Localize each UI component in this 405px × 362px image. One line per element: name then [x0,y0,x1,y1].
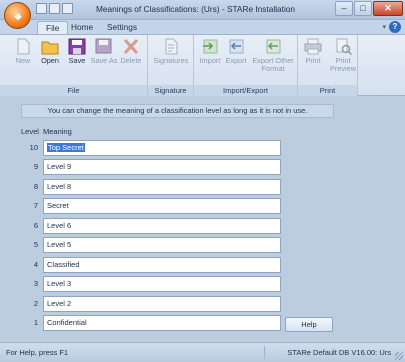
meaning-field[interactable]: Level 3 [43,276,281,292]
export-icon [229,39,244,54]
save-as-button[interactable]: Save As [89,37,119,65]
export-button-label: Export [225,56,247,65]
print-button-label: Print [305,56,321,65]
signatures-button-label: Signatures [153,56,189,65]
app-logo-icon: ◆ [14,11,22,21]
ribbon-group-file: New Open Save Save As Delete File [0,35,148,96]
meaning-field[interactable]: Level 8 [43,179,281,195]
application-menu-button[interactable]: ◆ [4,2,31,29]
status-bar: For Help, press F1 STARe Default DB V16.… [0,342,405,362]
ribbon-group-label-print: Print [298,85,357,96]
help-icon[interactable]: ? [389,21,401,33]
save-button-label: Save [68,56,86,65]
status-database-info: STARe Default DB V16.00: Urs [287,348,391,357]
level-label: 3 [33,279,38,288]
open-button[interactable]: Open [35,37,65,65]
import-button-label: Import [199,56,221,65]
close-button[interactable]: ✕ [373,1,403,16]
tab-settings[interactable]: Settings [99,21,145,34]
export-button[interactable]: Export [221,37,251,65]
ribbon: New Open Save Save As Delete File Signat… [0,34,405,96]
meaning-column-header: Meaning [43,127,72,136]
save-as-icon [95,38,112,54]
save-button[interactable]: Save [62,37,92,65]
export-other-format-button-label: Export Other Format [252,56,294,73]
printer-icon [304,38,322,55]
level-label: 8 [33,182,38,191]
status-help-text: For Help, press F1 [6,348,69,357]
ribbon-group-signature: Signatures Signature [148,35,194,96]
meaning-field[interactable]: Top Secret [43,140,281,156]
new-button-label: New [15,56,31,65]
quick-access-toolbar [36,3,73,16]
ribbon-group-import-export: Import Export Export Other Format Import… [194,35,298,96]
meaning-field[interactable]: Level 6 [43,218,281,234]
title-bar: ◆ Meanings of Classifications: (Urs) - S… [0,0,405,29]
help-button[interactable]: Help [285,317,333,332]
chevron-down-icon[interactable]: ▾ [382,23,386,31]
quick-folder-icon[interactable] [49,3,60,14]
delete-button-label: Delete [120,56,142,65]
level-label: 6 [33,221,38,230]
delete-icon [123,38,139,55]
print-preview-button-label: Print Preview [330,56,356,73]
meaning-field[interactable]: Level 2 [43,296,281,312]
quick-dropdown-icon[interactable] [62,3,73,14]
delete-button[interactable]: Delete [116,37,146,65]
ribbon-tabs: File Home Settings ▾ ? [0,20,405,34]
ribbon-group-label-file: File [0,85,147,96]
level-label: 4 [33,260,38,269]
window-controls: – □ ✕ [335,1,403,16]
import-icon [203,39,218,54]
save-icon [68,38,86,55]
level-label: 10 [29,143,38,152]
tab-home[interactable]: Home [63,21,101,34]
new-icon [17,38,30,55]
resize-grip-icon[interactable] [395,352,403,360]
open-button-label: Open [41,56,59,65]
print-preview-button[interactable]: Print Preview [328,37,358,73]
print-preview-icon [336,38,352,55]
meaning-field[interactable]: Secret [43,198,281,214]
folder-icon [41,41,59,55]
quick-save-icon[interactable] [36,3,47,14]
minimize-button[interactable]: – [335,1,353,16]
level-label: 2 [33,299,38,308]
meaning-field[interactable]: Confidential [43,315,281,331]
new-button[interactable]: New [8,37,38,65]
maximize-button[interactable]: □ [354,1,372,16]
meaning-field[interactable]: Level 9 [43,159,281,175]
save-as-button-label: Save As [90,56,118,65]
ribbon-group-label-import-export: Import/Export [194,85,297,96]
classification-form: You can change the meaning of a classifi… [0,96,405,342]
meaning-field-value: Top Secret [47,143,85,152]
meaning-field[interactable]: Classified [43,257,281,273]
window-title: Meanings of Classifications: (Urs) - STA… [96,4,296,14]
level-label: 9 [33,162,38,171]
export-other-icon [266,39,281,54]
level-label: 5 [33,240,38,249]
meaning-field[interactable]: Level 5 [43,237,281,253]
ribbon-group-label-signature: Signature [148,85,193,96]
ribbon-group-print: Print Print Preview Print [298,35,358,96]
level-label: 7 [33,201,38,210]
level-label: 1 [33,318,38,327]
export-other-format-button[interactable]: Export Other Format [250,37,296,73]
info-message: You can change the meaning of a classifi… [21,104,334,118]
status-divider [264,346,265,359]
level-column-header: Level [21,127,39,136]
print-button[interactable]: Print [298,37,328,65]
signature-icon [165,38,178,55]
signatures-button[interactable]: Signatures [152,37,190,65]
